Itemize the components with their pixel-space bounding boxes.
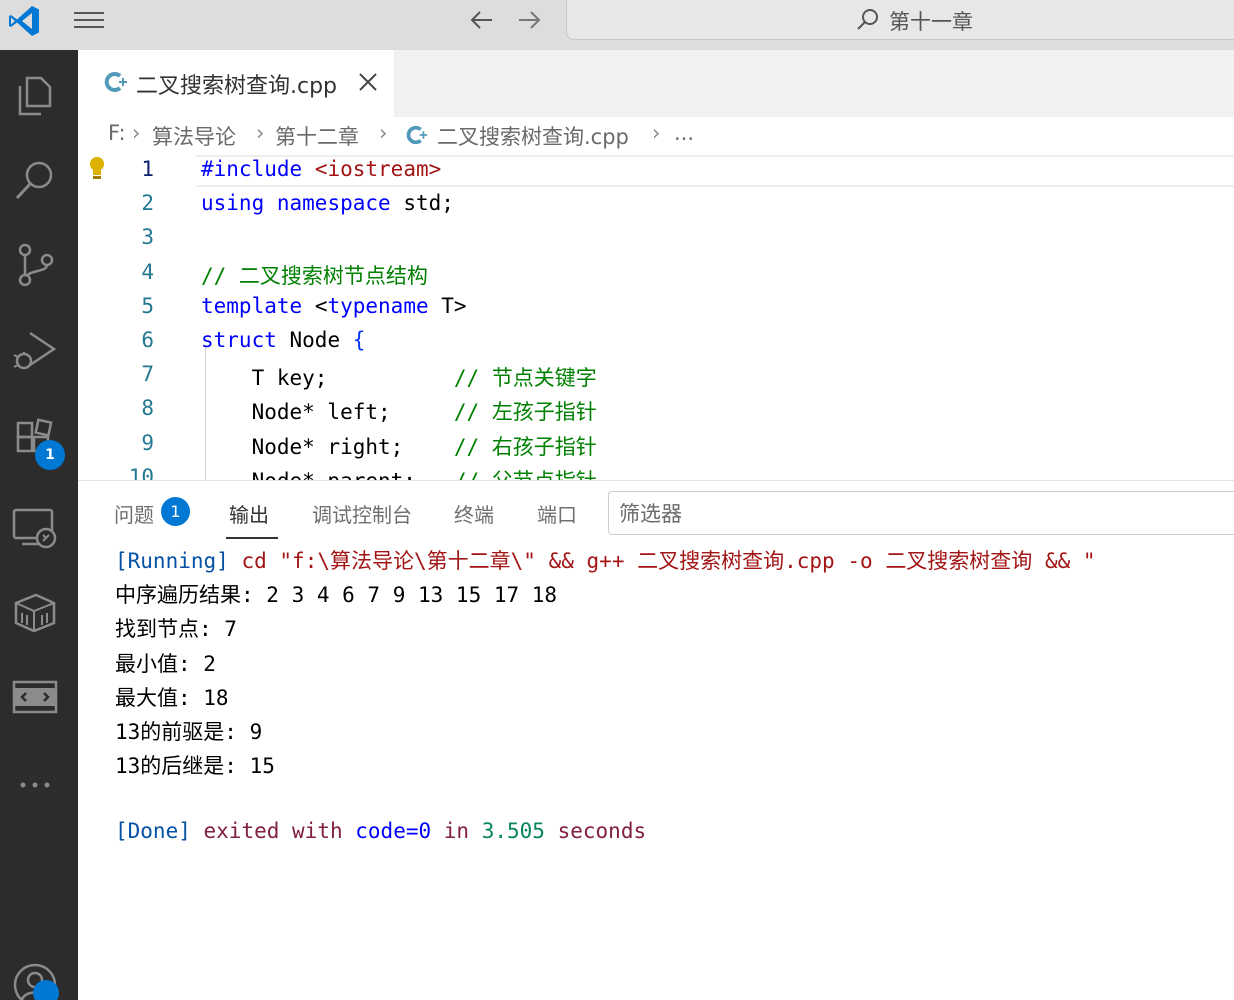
code-line: T key; // 节点关键字 xyxy=(201,366,597,390)
tab-terminal[interactable]: 终端 xyxy=(454,499,494,528)
output-line: 13的后继是: 15 xyxy=(115,754,275,778)
code-line: // 二叉搜索树节点结构 xyxy=(201,264,428,288)
tab-debug-console[interactable]: 调试控制台 xyxy=(312,499,412,528)
line-number: 1 xyxy=(141,157,154,181)
filter-input[interactable] xyxy=(619,500,1219,528)
breadcrumb: F: › 算法导论 › 第十二章 › 二叉搜索树查询.cpp › ... xyxy=(78,117,1234,155)
line-number: 9 xyxy=(141,431,154,455)
chevron-right-icon: › xyxy=(652,121,661,145)
line-number: 4 xyxy=(141,260,154,284)
back-arrow-icon[interactable] xyxy=(466,6,498,34)
search-icon xyxy=(857,9,878,30)
more-icon[interactable] xyxy=(10,760,60,810)
extensions-badge: 1 xyxy=(35,440,65,470)
chevron-right-icon: › xyxy=(379,121,388,145)
output-line: 最小值: 2 xyxy=(115,652,216,676)
chevron-right-icon: › xyxy=(256,121,265,145)
search-icon[interactable] xyxy=(10,155,60,205)
problems-badge: 1 xyxy=(161,497,190,526)
code-line: Node* left; // 左孩子指针 xyxy=(201,400,597,424)
line-number: 5 xyxy=(141,294,154,318)
line-number: 2 xyxy=(141,191,154,215)
code-line: template <typename T> xyxy=(201,294,467,318)
explorer-icon[interactable] xyxy=(10,70,60,120)
source-control-icon[interactable] xyxy=(10,240,60,290)
package-icon[interactable] xyxy=(10,587,60,637)
code-line: Node* right; // 右孩子指针 xyxy=(201,435,597,459)
line-number: 7 xyxy=(141,362,154,386)
tab-label: 二叉搜索树查询.cpp xyxy=(136,74,338,99)
code-line: struct Node { xyxy=(201,328,366,352)
activity-bar: 1 xyxy=(0,50,78,1000)
breadcrumb-drive[interactable]: F: xyxy=(108,121,126,145)
line-number: 10 xyxy=(128,465,154,480)
output-line: 最大值: 18 xyxy=(115,686,229,710)
menu-icon[interactable] xyxy=(72,6,106,34)
editor-tab-active[interactable]: 二叉搜索树查询.cpp xyxy=(78,50,394,117)
breadcrumb-more[interactable]: ... xyxy=(674,121,694,145)
breadcrumb-file[interactable]: 二叉搜索树查询.cpp xyxy=(437,121,629,151)
breadcrumb-folder-1[interactable]: 算法导论 xyxy=(152,121,236,151)
tab-problems[interactable]: 问题 xyxy=(114,499,154,528)
tab-output[interactable]: 输出 xyxy=(229,499,269,528)
account-badge xyxy=(33,980,59,1000)
code-line: Node* parent; // 父节点指针 xyxy=(201,465,597,480)
command-center-text: 第十一章 xyxy=(889,10,973,34)
line-number: 6 xyxy=(141,328,154,352)
breadcrumb-folder-2[interactable]: 第十二章 xyxy=(275,121,359,151)
output-done-line: [Done] exited with code=0 in 3.505 secon… xyxy=(115,819,647,843)
vscode-logo-icon xyxy=(9,6,39,36)
bottom-panel: 问题 1 输出 调试控制台 终端 端口 [Running] cd "f:\算法导… xyxy=(78,480,1234,1000)
close-icon[interactable] xyxy=(356,70,380,94)
remote-window-icon[interactable] xyxy=(10,672,60,722)
output-line: 13的前驱是: 9 xyxy=(115,720,263,744)
editor-tabs-bar: 二叉搜索树查询.cpp xyxy=(78,50,1234,117)
output-filter[interactable] xyxy=(608,491,1234,535)
cpp-file-icon xyxy=(406,125,428,145)
title-bar: 第十一章 xyxy=(0,0,1234,50)
command-center-search[interactable]: 第十一章 xyxy=(566,0,1234,40)
code-editor[interactable]: 1 2 3 4 5 6 7 8 9 10 #include <iostream>… xyxy=(78,155,1234,480)
code-line: using namespace std; xyxy=(201,191,454,215)
remote-explorer-icon[interactable] xyxy=(10,502,60,552)
forward-arrow-icon[interactable] xyxy=(513,6,545,34)
cpp-file-icon xyxy=(104,72,127,92)
code-line: #include <iostream> xyxy=(201,157,442,181)
tab-ports[interactable]: 端口 xyxy=(537,499,577,528)
output-line: 找到节点: 7 xyxy=(115,617,237,641)
line-number: 3 xyxy=(141,225,154,249)
run-debug-icon[interactable] xyxy=(10,325,60,375)
output-running-line: [Running] cd "f:\算法导论\第十二章\" && g++ 二叉搜索… xyxy=(115,549,1096,573)
active-tab-indicator xyxy=(226,537,278,539)
output-line: 中序遍历结果: 2 3 4 6 7 9 13 15 17 18 xyxy=(115,583,558,607)
chevron-right-icon: › xyxy=(132,121,141,145)
line-number: 8 xyxy=(141,396,154,420)
